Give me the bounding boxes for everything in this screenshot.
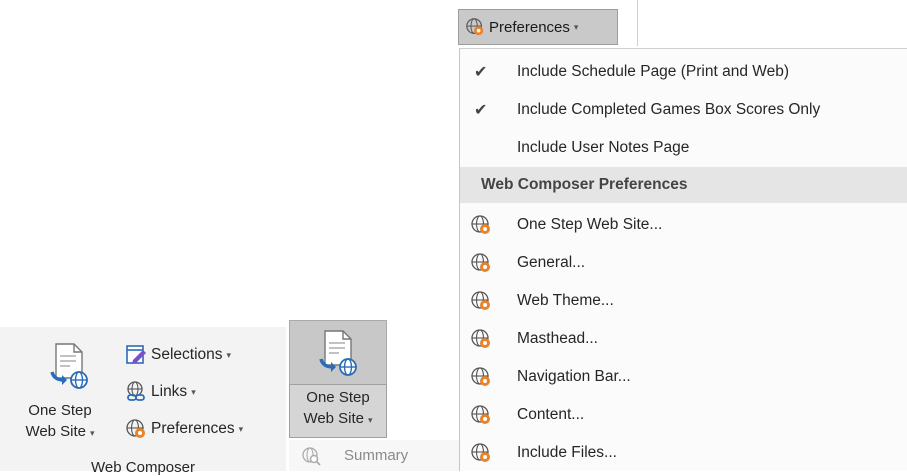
selections-icon <box>126 345 146 364</box>
menu-item-one-step-web-site[interactable]: One Step Web Site... <box>460 206 907 244</box>
links-label: Links <box>151 383 188 400</box>
web-site-icon <box>50 343 88 389</box>
menu-item-label: Masthead... <box>517 330 598 347</box>
preferences-menu: ✔ Include Schedule Page (Print and Web) … <box>459 48 907 471</box>
globe-gear-icon <box>471 443 490 462</box>
preferences-label: Preferences <box>151 420 235 437</box>
one-step-label-line1: One Step <box>306 389 370 406</box>
globe-gear-icon <box>466 18 484 36</box>
one-step-label-line1: One Step <box>28 402 92 419</box>
chevron-down-icon: ▾ <box>90 428 95 438</box>
preferences-dropdown-label: Preferences <box>489 18 570 36</box>
globe-gear-icon <box>126 419 145 438</box>
selections-label: Selections <box>151 346 223 363</box>
menu-section-header: Web Composer Preferences <box>460 167 907 203</box>
selections-button[interactable]: Selections ▾ <box>125 344 231 366</box>
preferences-dropdown-button[interactable]: Preferences ▾ <box>458 9 618 45</box>
menu-item-include-files[interactable]: Include Files... <box>460 434 907 472</box>
one-step-web-site-button[interactable]: One Step Web Site ▾ <box>25 336 118 456</box>
menu-item-label: Web Theme... <box>517 292 614 309</box>
section-header-label: Web Composer Preferences <box>481 176 688 193</box>
menu-item-label: Content... <box>517 406 585 423</box>
menu-item-label: Include Files... <box>517 444 617 461</box>
globe-gear-icon <box>471 215 490 234</box>
globe-gear-icon <box>471 329 490 348</box>
menu-item-label: One Step Web Site... <box>517 216 663 233</box>
preferences-button-ribbon[interactable]: Preferences ▾ <box>125 418 243 440</box>
links-button[interactable]: Links ▾ <box>125 381 196 403</box>
menu-item-masthead[interactable]: Masthead... <box>460 320 907 358</box>
menu-item-label: General... <box>517 254 586 271</box>
toolbar-divider <box>637 0 638 46</box>
menu-item-web-theme[interactable]: Web Theme... <box>460 282 907 320</box>
menu-item-content[interactable]: Content... <box>460 396 907 434</box>
globe-gear-icon <box>471 405 490 424</box>
chevron-down-icon: ▾ <box>238 423 244 434</box>
chevron-down-icon: ▾ <box>226 349 232 360</box>
menu-item-include-schedule-page[interactable]: ✔ Include Schedule Page (Print and Web) <box>460 53 907 91</box>
chevron-down-icon: ▾ <box>573 21 579 32</box>
group-label: Web Composer <box>91 459 195 476</box>
menu-item-include-user-notes-page[interactable]: Include User Notes Page <box>460 129 907 167</box>
menu-item-label: Include User Notes Page <box>517 139 690 156</box>
summary-label: Summary <box>344 447 409 464</box>
globe-gear-icon <box>471 253 490 272</box>
menu-item-navigation-bar[interactable]: Navigation Bar... <box>460 358 907 396</box>
web-site-label-line2: Web Site ▾ <box>303 410 373 427</box>
globe-gear-icon <box>471 291 490 310</box>
summary-icon <box>302 447 321 466</box>
links-icon <box>127 381 145 401</box>
menu-item-include-completed-box-scores[interactable]: ✔ Include Completed Games Box Scores Onl… <box>460 91 907 129</box>
menu-item-general[interactable]: General... <box>460 244 907 282</box>
check-icon: ✔ <box>474 102 488 119</box>
menu-item-label: Navigation Bar... <box>517 368 631 385</box>
one-step-web-site-dropdown-part[interactable]: One Step Web Site ▾ <box>289 384 387 438</box>
summary-item[interactable]: Summary <box>289 440 459 471</box>
globe-gear-icon <box>471 367 490 386</box>
chevron-down-icon: ▾ <box>368 415 373 425</box>
chevron-down-icon: ▾ <box>191 386 196 397</box>
check-icon: ✔ <box>474 64 488 81</box>
menu-item-label: Include Completed Games Box Scores Only <box>517 101 821 118</box>
web-site-label-line2: Web Site ▾ <box>25 423 95 440</box>
menu-item-label: Include Schedule Page (Print and Web) <box>517 63 789 80</box>
web-site-icon <box>319 330 357 376</box>
